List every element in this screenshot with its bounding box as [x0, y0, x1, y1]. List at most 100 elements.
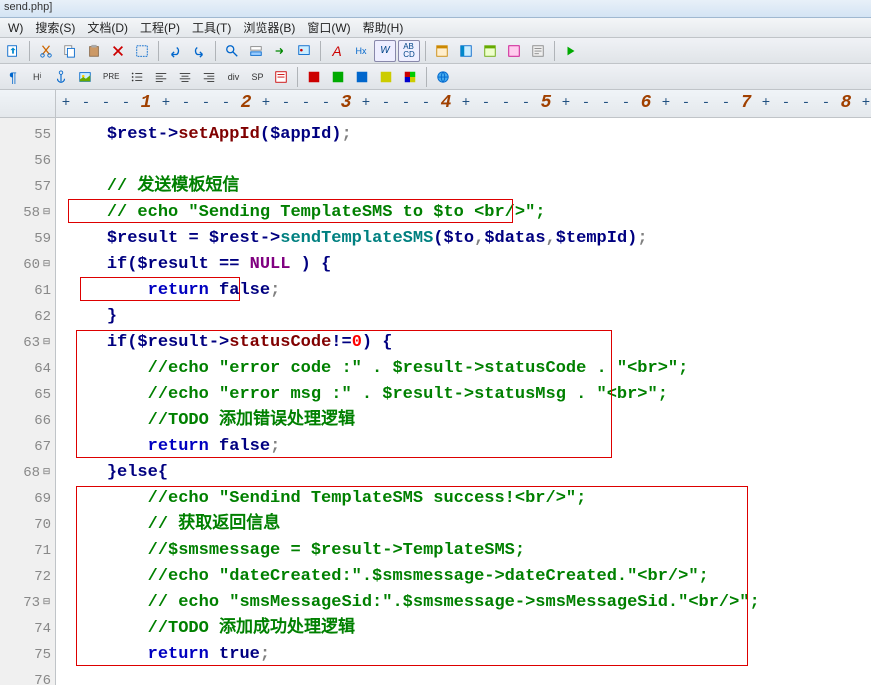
ruler-tick: +: [762, 95, 770, 111]
color-green-icon[interactable]: [327, 66, 349, 88]
menu-item-browser[interactable]: 浏览器(B): [237, 17, 301, 38]
bookmark-icon[interactable]: [293, 40, 315, 62]
menu-item-search[interactable]: 搜索(S): [29, 17, 81, 38]
code-line[interactable]: if($result->statusCode!=0) {: [66, 330, 871, 356]
color-picker-icon[interactable]: [399, 66, 421, 88]
select-all-icon[interactable]: [131, 40, 153, 62]
ruler-number: 7: [741, 93, 752, 113]
title-bar: send.php]: [0, 0, 871, 18]
browser-preview-icon[interactable]: [432, 66, 454, 88]
charset-icon[interactable]: ABCD: [398, 40, 420, 62]
code-line[interactable]: // echo "smsMessageSid:".$smsmessage->sm…: [66, 590, 871, 616]
hex-mode-icon[interactable]: Hx: [350, 40, 372, 62]
code-line[interactable]: //$smsmessage = $result->TemplateSMS;: [66, 538, 871, 564]
ruler-tick: +: [662, 95, 670, 111]
color-blue-icon[interactable]: [351, 66, 373, 88]
paste-icon[interactable]: [83, 40, 105, 62]
panel-3-icon[interactable]: [479, 40, 501, 62]
pre-tag-icon[interactable]: PRE: [98, 66, 124, 88]
ruler-tick: -: [122, 95, 130, 111]
ruler-tick: -: [722, 95, 730, 111]
color-yellow-icon[interactable]: [375, 66, 397, 88]
ruler-tick: -: [202, 95, 210, 111]
line-number: 69: [0, 486, 51, 512]
line-number: 67: [0, 434, 51, 460]
align-left-icon[interactable]: [150, 66, 172, 88]
line-number: 63⊟: [0, 330, 51, 356]
list-icon[interactable]: [126, 66, 148, 88]
line-number: 66: [0, 408, 51, 434]
export-icon[interactable]: [2, 40, 24, 62]
color-red-icon[interactable]: [303, 66, 325, 88]
undo-icon[interactable]: [164, 40, 186, 62]
ruler-tick: +: [62, 95, 70, 111]
code-line[interactable]: // 发送模板短信: [66, 174, 871, 200]
ruler-tick: -: [782, 95, 790, 111]
replace-icon[interactable]: [245, 40, 267, 62]
menu-bar: W) 搜索(S) 文档(D) 工程(P) 工具(T) 浏览器(B) 窗口(W) …: [0, 18, 871, 38]
menu-item-help[interactable]: 帮助(H): [357, 17, 410, 38]
form-icon[interactable]: [270, 66, 292, 88]
code-line[interactable]: $rest->setAppId($appId);: [66, 122, 871, 148]
code-line[interactable]: // echo "Sending TemplateSMS to $to <br/…: [66, 200, 871, 226]
code-line[interactable]: }else{: [66, 460, 871, 486]
code-line[interactable]: [66, 148, 871, 174]
ruler-tick: -: [502, 95, 510, 111]
menu-item-tools[interactable]: 工具(T): [186, 17, 237, 38]
toolbar-primary: A Hx W ABCD: [0, 38, 871, 64]
anchor-icon[interactable]: [50, 66, 72, 88]
div-tag-icon[interactable]: div: [222, 66, 244, 88]
line-number: 73⊟: [0, 590, 51, 616]
panel-5-icon[interactable]: [527, 40, 549, 62]
code-line[interactable]: return false;: [66, 278, 871, 304]
code-line[interactable]: //echo "error msg :" . $result->statusMs…: [66, 382, 871, 408]
menu-item-document[interactable]: 文档(D): [81, 17, 134, 38]
ruler-tick: -: [322, 95, 330, 111]
panel-1-icon[interactable]: [431, 40, 453, 62]
line-number: 60⊟: [0, 252, 51, 278]
code-line[interactable]: }: [66, 304, 871, 330]
ruler-tick: -: [622, 95, 630, 111]
line-number: 71: [0, 538, 51, 564]
align-right-icon[interactable]: [198, 66, 220, 88]
menu-item-prefix[interactable]: W): [2, 19, 29, 37]
header-tag-icon[interactable]: Hi: [26, 66, 48, 88]
code-line[interactable]: $result = $rest->sendTemplateSMS($to,$da…: [66, 226, 871, 252]
ruler-tick: -: [822, 95, 830, 111]
code-editor[interactable]: 55565758⊟5960⊟616263⊟6465666768⊟69707172…: [0, 118, 871, 685]
para-mark-icon[interactable]: ¶: [2, 66, 24, 88]
code-area[interactable]: $rest->setAppId($appId); // 发送模板短信 // ec…: [56, 118, 871, 685]
copy-icon[interactable]: [59, 40, 81, 62]
delete-icon[interactable]: [107, 40, 129, 62]
code-line[interactable]: //echo "dateCreated:".$smsmessage->dateC…: [66, 564, 871, 590]
ruler-tick: -: [382, 95, 390, 111]
code-line[interactable]: return true;: [66, 642, 871, 668]
menu-item-window[interactable]: 窗口(W): [301, 17, 356, 38]
code-line[interactable]: return false;: [66, 434, 871, 460]
code-line[interactable]: [66, 668, 871, 685]
word-wrap-icon[interactable]: W: [374, 40, 396, 62]
code-line[interactable]: //TODO 添加错误处理逻辑: [66, 408, 871, 434]
ruler-tick: -: [702, 95, 710, 111]
panel-2-icon[interactable]: [455, 40, 477, 62]
image-tag-icon[interactable]: [74, 66, 96, 88]
ruler-tick: -: [522, 95, 530, 111]
menu-item-project[interactable]: 工程(P): [134, 17, 186, 38]
panel-4-icon[interactable]: [503, 40, 525, 62]
ruler-tick: -: [602, 95, 610, 111]
title-text: send.php]: [4, 1, 52, 13]
redo-icon[interactable]: [188, 40, 210, 62]
run-icon[interactable]: [560, 40, 582, 62]
sp-tag-icon[interactable]: SP: [246, 66, 268, 88]
code-line[interactable]: if($result == NULL ) {: [66, 252, 871, 278]
align-center-icon[interactable]: [174, 66, 196, 88]
code-line[interactable]: // 获取返回信息: [66, 512, 871, 538]
code-line[interactable]: //echo "Sendind TemplateSMS success!<br/…: [66, 486, 871, 512]
goto-icon[interactable]: [269, 40, 291, 62]
line-number: 64: [0, 356, 51, 382]
font-toggle-icon[interactable]: A: [326, 40, 348, 62]
cut-icon[interactable]: [35, 40, 57, 62]
code-line[interactable]: //echo "error code :" . $result->statusC…: [66, 356, 871, 382]
find-icon[interactable]: [221, 40, 243, 62]
code-line[interactable]: //TODO 添加成功处理逻辑: [66, 616, 871, 642]
